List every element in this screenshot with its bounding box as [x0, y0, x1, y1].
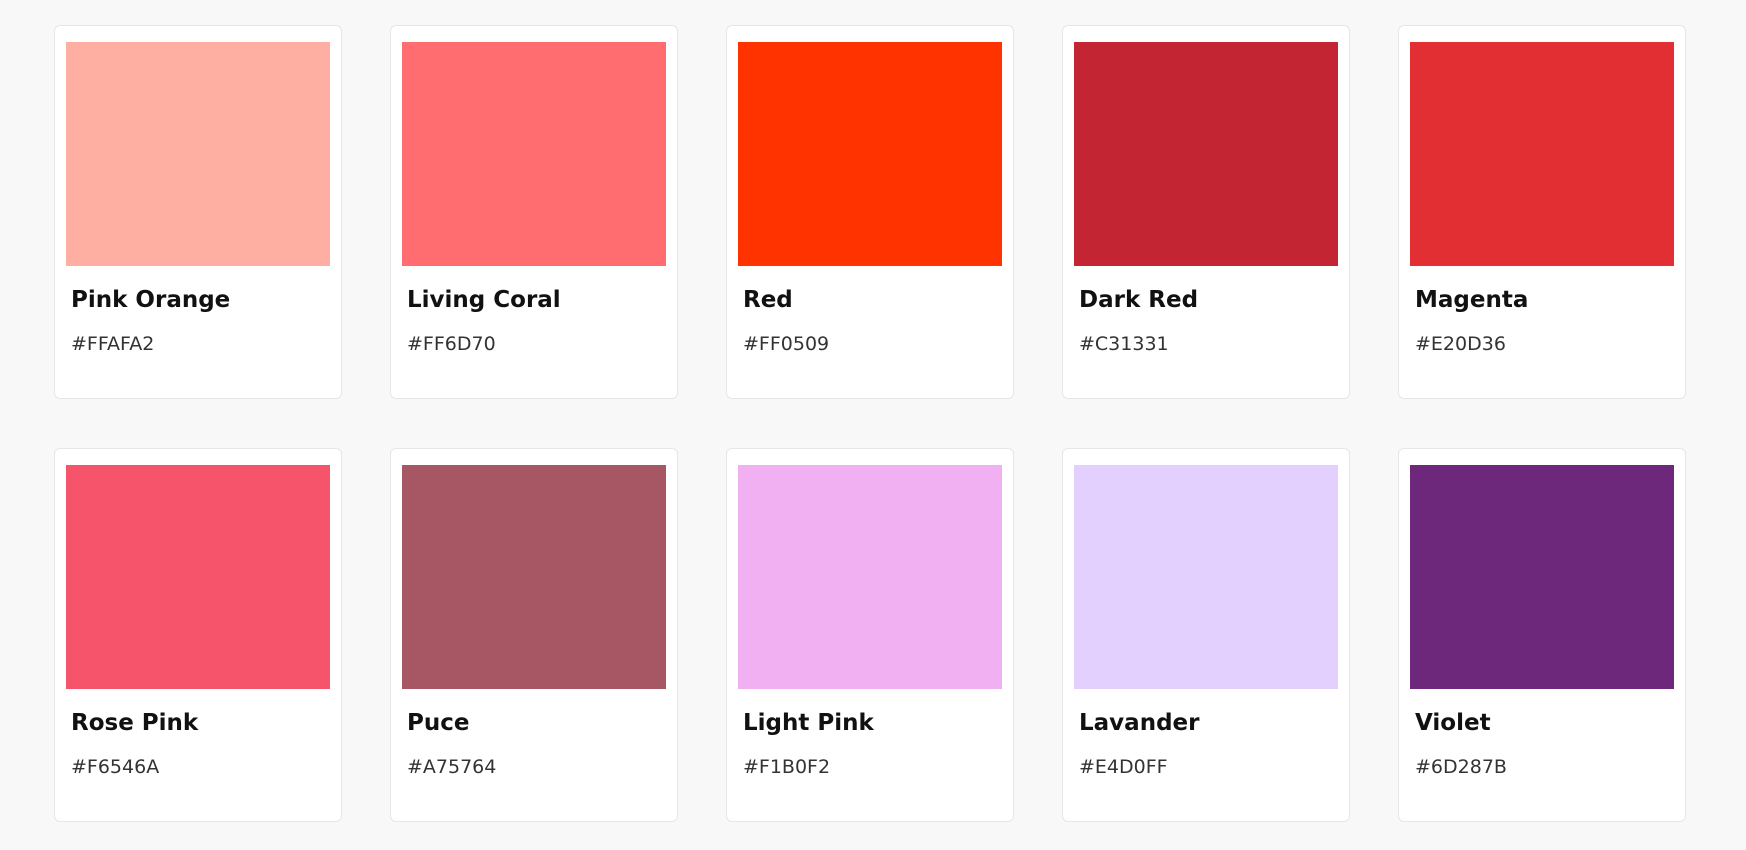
color-name: Lavander — [1079, 710, 1200, 736]
color-name: Rose Pink — [71, 710, 199, 736]
color-name: Magenta — [1415, 287, 1529, 313]
color-palette-grid: Pink Orange #FFAFA2 Living Coral #FF6D70… — [54, 25, 1686, 822]
color-name: Living Coral — [407, 287, 561, 313]
color-swatch — [1074, 465, 1338, 689]
color-swatch — [738, 465, 1002, 689]
color-hex-code: #E4D0FF — [1079, 756, 1168, 778]
color-hex-code: #C31331 — [1079, 333, 1169, 355]
color-card-pink-orange[interactable]: Pink Orange #FFAFA2 — [54, 25, 342, 399]
color-swatch — [1410, 42, 1674, 266]
color-swatch — [1074, 42, 1338, 266]
color-name: Red — [743, 287, 793, 313]
color-card-red[interactable]: Red #FF0509 — [726, 25, 1014, 399]
color-card-living-coral[interactable]: Living Coral #FF6D70 — [390, 25, 678, 399]
color-name: Dark Red — [1079, 287, 1199, 313]
color-hex-code: #FF6D70 — [407, 333, 496, 355]
color-name: Pink Orange — [71, 287, 231, 313]
color-hex-code: #F6546A — [71, 756, 160, 778]
color-hex-code: #FF0509 — [743, 333, 830, 355]
color-swatch — [1410, 465, 1674, 689]
color-card-violet[interactable]: Violet #6D287B — [1398, 448, 1686, 822]
color-swatch — [66, 465, 330, 689]
color-name: Light Pink — [743, 710, 874, 736]
color-hex-code: #A75764 — [407, 756, 497, 778]
color-card-magenta[interactable]: Magenta #E20D36 — [1398, 25, 1686, 399]
color-name: Puce — [407, 710, 470, 736]
color-card-light-pink[interactable]: Light Pink #F1B0F2 — [726, 448, 1014, 822]
color-card-dark-red[interactable]: Dark Red #C31331 — [1062, 25, 1350, 399]
color-swatch — [402, 42, 666, 266]
color-swatch — [738, 42, 1002, 266]
color-name: Violet — [1415, 710, 1491, 736]
color-hex-code: #F1B0F2 — [743, 756, 831, 778]
color-hex-code: #E20D36 — [1415, 333, 1506, 355]
color-swatch — [402, 465, 666, 689]
color-hex-code: #6D287B — [1415, 756, 1507, 778]
color-hex-code: #FFAFA2 — [71, 333, 155, 355]
color-card-rose-pink[interactable]: Rose Pink #F6546A — [54, 448, 342, 822]
color-card-lavander[interactable]: Lavander #E4D0FF — [1062, 448, 1350, 822]
color-swatch — [66, 42, 330, 266]
color-card-puce[interactable]: Puce #A75764 — [390, 448, 678, 822]
